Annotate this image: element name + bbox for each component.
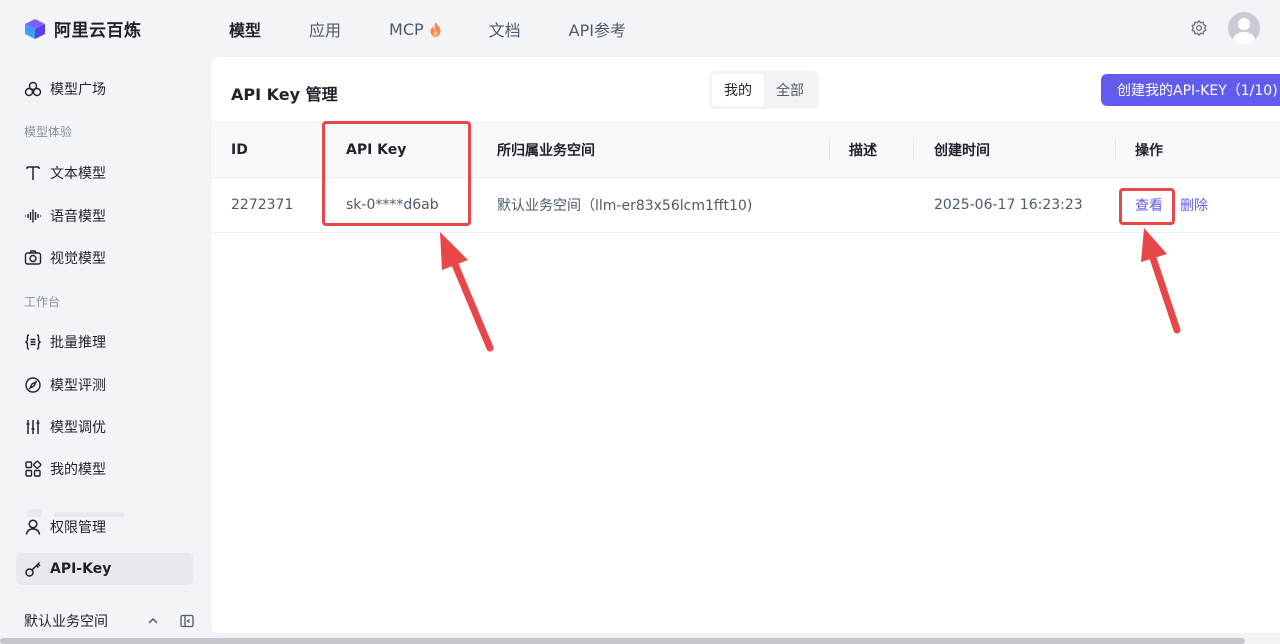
text-icon (24, 164, 42, 182)
sidebar-item-label: 批量推理 (50, 335, 106, 351)
avatar[interactable] (1228, 12, 1260, 44)
table-row: 2272371 sk-0****d6ab 默认业务空间（llm-er83x56l… (211, 178, 1280, 233)
cell-workspace: 默认业务空间（llm-er83x56lcm1fft10) (497, 198, 753, 214)
bailian-logo-icon (24, 18, 46, 40)
sidebar-item-permissions[interactable]: 权限管理 (16, 511, 193, 543)
nav-label: API参考 (568, 21, 626, 40)
nav-label: 应用 (309, 21, 342, 40)
page-title: API Key 管理 (231, 85, 338, 104)
top-navbar: 阿里云百炼 模型 应用 MCP 文档 API参考 (0, 0, 1280, 58)
sidebar-item-label: 语音模型 (50, 209, 106, 225)
sidebar-item-label: 权限管理 (50, 520, 106, 536)
cell-id: 2272371 (231, 197, 294, 213)
braces-icon (24, 333, 42, 351)
sidebar-item-model-tuning[interactable]: 模型调优 (16, 411, 193, 443)
sidebar-item-label: 我的模型 (50, 462, 106, 478)
compass-icon (24, 376, 42, 394)
column-header-description: 描述 (849, 143, 877, 159)
collapse-sidebar-icon[interactable] (180, 614, 194, 628)
nav-label: 模型 (229, 21, 262, 40)
nav-api-reference[interactable]: API参考 (569, 17, 626, 41)
grid-icon (24, 460, 42, 478)
brand[interactable]: 阿里云百炼 (24, 16, 142, 41)
cell-created: 2025-06-17 16:23:23 (934, 197, 1083, 213)
sidebar-item-vision-model[interactable]: 视觉模型 (16, 242, 193, 274)
delete-button[interactable]: 删除 (1180, 178, 1208, 232)
api-key-panel: API Key 管理 我的 全部 创建我的API-KEY（1/10) ID AP… (210, 56, 1280, 634)
sidebar-group-label: 工作台 (24, 295, 61, 309)
gear-icon[interactable] (1190, 19, 1208, 37)
main-nav: 模型 应用 MCP 文档 API参考 (229, 0, 674, 58)
nav-docs[interactable]: 文档 (489, 17, 521, 41)
workspace-switcher[interactable]: 默认业务空间 (24, 611, 194, 631)
view-button[interactable]: 查看 (1135, 178, 1163, 232)
brand-name: 阿里云百炼 (54, 21, 142, 41)
column-header-created: 创建时间 (934, 143, 990, 159)
column-divider (913, 139, 914, 161)
nav-apps[interactable]: 应用 (309, 17, 341, 41)
model-square-icon (24, 80, 42, 98)
user-icon (24, 518, 42, 536)
column-header-workspace: 所归属业务空间 (497, 143, 595, 159)
key-icon (24, 560, 42, 578)
nav-label: MCP (389, 19, 424, 39)
tab-mine[interactable]: 我的 (712, 74, 764, 106)
sidebar-item-label: 模型调优 (50, 420, 106, 436)
audio-wave-icon (24, 207, 42, 225)
sidebar-item-my-models[interactable]: 我的模型 (16, 453, 193, 485)
nav-label: 文档 (488, 21, 521, 40)
nav-mcp[interactable]: MCP (389, 20, 441, 39)
sidebar-item-label: API-Key (50, 561, 112, 577)
sidebar-item-audio-model[interactable]: 语音模型 (16, 200, 193, 232)
nav-models[interactable]: 模型 (229, 17, 261, 41)
column-divider (829, 139, 830, 161)
sidebar-item-api-key[interactable]: API-Key (16, 553, 193, 585)
column-header-id: ID (231, 142, 248, 158)
sidebar-item-text-model[interactable]: 文本模型 (16, 157, 193, 189)
column-header-api-key: API Key (346, 142, 407, 158)
sidebar-item-label: 模型评测 (50, 378, 106, 394)
sidebar-item-model-square[interactable]: 模型广场 (16, 73, 193, 105)
scope-toggle: 我的 全部 (709, 71, 819, 109)
sidebar-item-label: 文本模型 (50, 166, 106, 182)
sidebar-item-label: 模型广场 (50, 82, 106, 98)
tab-all[interactable]: 全部 (764, 74, 816, 106)
cell-api-key: sk-0****d6ab (346, 197, 439, 213)
sidebar: 模型广场 模型体验 文本模型 语音模型 视觉模型 工作台 批量推理 模型评测 模… (0, 58, 210, 644)
sidebar-item-batch-inference[interactable]: 批量推理 (16, 326, 193, 358)
column-header-actions: 操作 (1135, 143, 1163, 159)
create-api-key-button[interactable]: 创建我的API-KEY（1/10) (1101, 74, 1280, 106)
camera-icon (24, 249, 42, 267)
sidebar-item-model-eval[interactable]: 模型评测 (16, 369, 193, 401)
chevron-up-icon[interactable] (146, 614, 160, 628)
column-divider (1115, 139, 1116, 161)
sidebar-group-label: 模型体验 (24, 125, 73, 139)
sidebar-item-label: 视觉模型 (50, 251, 106, 267)
table-header: ID API Key 所归属业务空间 描述 创建时间 操作 (211, 122, 1280, 178)
top-right-tools (1190, 12, 1260, 44)
horizontal-scrollbar[interactable] (0, 638, 1245, 644)
workspace-name: 默认业务空间 (24, 614, 108, 630)
sliders-icon (24, 418, 42, 436)
flame-icon (430, 21, 441, 37)
